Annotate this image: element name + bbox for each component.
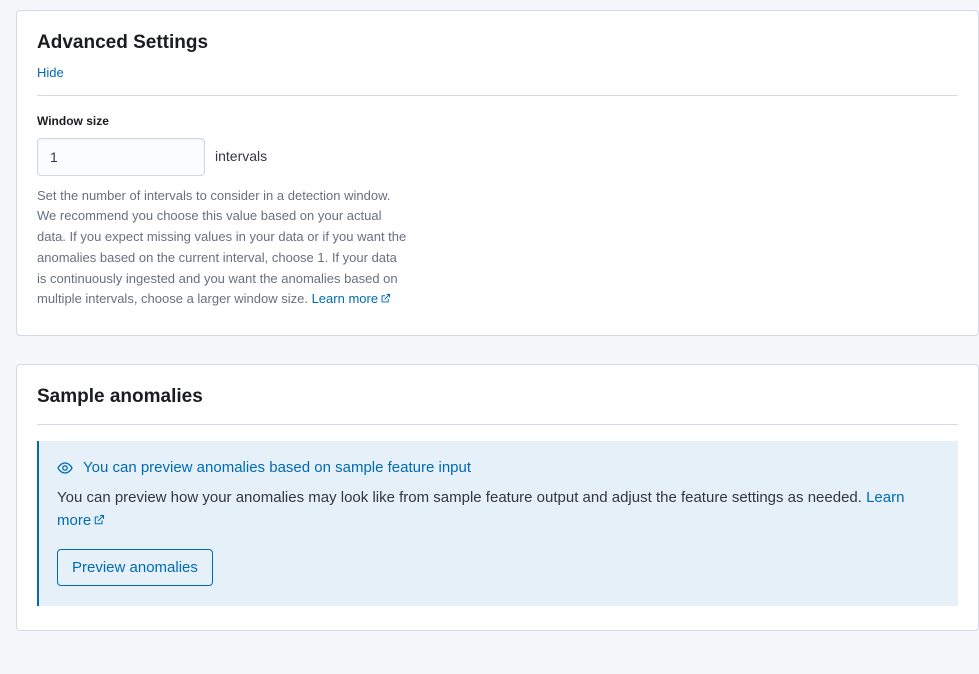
callout-title: You can preview anomalies based on sampl… xyxy=(83,457,471,480)
hide-link[interactable]: Hide xyxy=(37,63,64,83)
advanced-settings-panel: Advanced Settings Hide Window size inter… xyxy=(16,10,979,336)
sample-anomalies-title: Sample anomalies xyxy=(37,383,958,412)
help-text-content: Set the number of intervals to consider … xyxy=(37,188,406,307)
advanced-settings-title: Advanced Settings xyxy=(37,29,958,58)
window-size-row: intervals xyxy=(37,138,958,176)
window-size-help: Set the number of intervals to consider … xyxy=(37,186,407,312)
divider xyxy=(37,95,958,96)
learn-more-link[interactable]: Learn more xyxy=(312,291,391,306)
callout-body: You can preview how your anomalies may l… xyxy=(57,487,940,533)
external-link-icon xyxy=(380,290,391,311)
sample-anomalies-panel: Sample anomalies You can preview anomali… xyxy=(16,364,979,631)
window-size-input[interactable] xyxy=(37,138,205,176)
callout-header: You can preview anomalies based on sampl… xyxy=(57,457,940,480)
external-link-icon xyxy=(93,511,105,534)
preview-callout: You can preview anomalies based on sampl… xyxy=(37,441,958,607)
intervals-label: intervals xyxy=(215,146,267,167)
callout-body-text: You can preview how your anomalies may l… xyxy=(57,489,866,506)
divider xyxy=(37,424,958,425)
eye-icon xyxy=(57,460,73,476)
window-size-label: Window size xyxy=(37,112,958,130)
preview-anomalies-button[interactable]: Preview anomalies xyxy=(57,549,213,586)
